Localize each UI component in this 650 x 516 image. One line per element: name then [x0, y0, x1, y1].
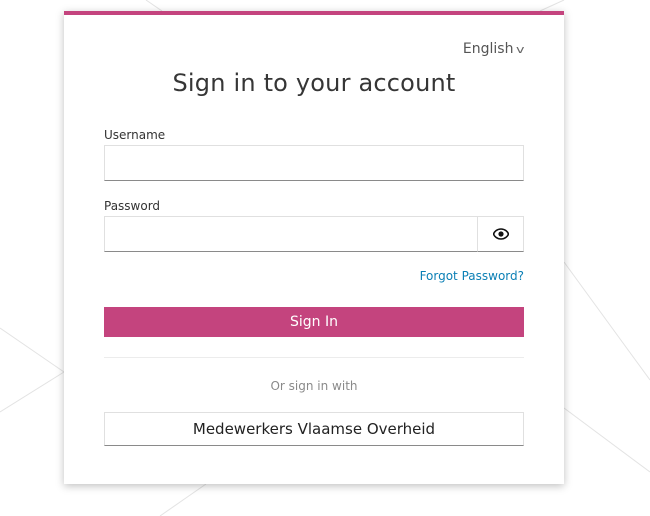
- chevron-down-icon: v: [516, 43, 525, 56]
- language-selector[interactable]: English v: [462, 41, 525, 57]
- sign-in-button[interactable]: Sign In: [104, 307, 524, 337]
- password-field-group: [104, 216, 524, 252]
- eye-icon: [492, 228, 509, 240]
- username-label: Username: [104, 128, 166, 142]
- language-selected: English: [462, 41, 514, 57]
- password-input[interactable]: [104, 216, 477, 252]
- or-sign-in-with-text: Or sign in with: [270, 379, 358, 393]
- password-label: Password: [104, 199, 161, 213]
- forgot-password-link[interactable]: Forgot Password?: [420, 269, 524, 283]
- divider: [104, 357, 524, 358]
- username-input[interactable]: [104, 145, 524, 181]
- show-password-button[interactable]: [477, 216, 524, 252]
- login-card: English v Sign in to your account Usernam…: [64, 11, 564, 484]
- page-title: Sign in to your account: [172, 69, 456, 97]
- identity-provider-button[interactable]: Medewerkers Vlaamse Overheid: [104, 412, 524, 446]
